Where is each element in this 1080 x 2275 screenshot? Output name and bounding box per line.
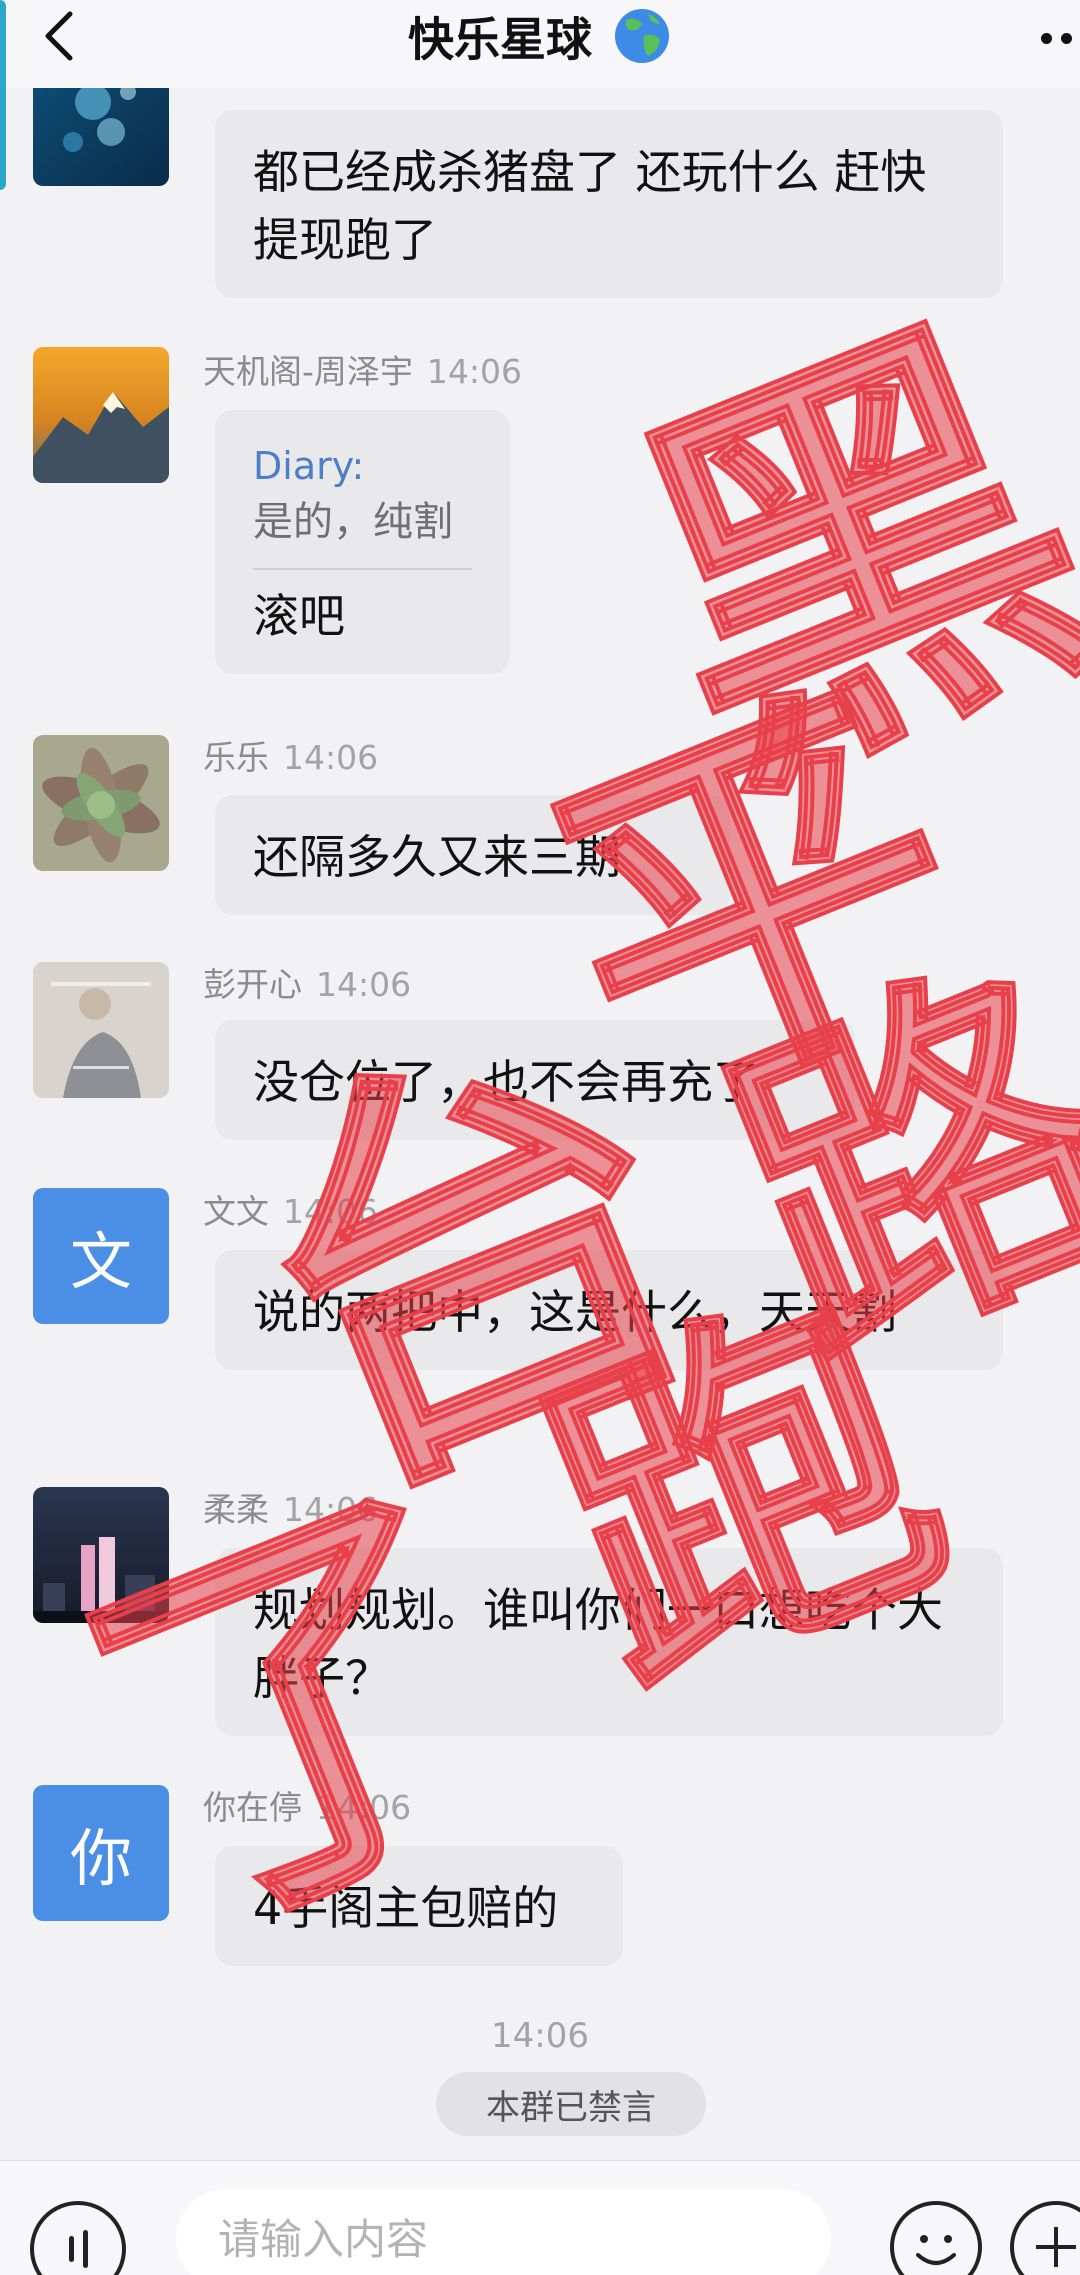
- chat-header: 快乐星球: [0, 0, 1080, 88]
- group-name: 快乐星球: [407, 12, 592, 67]
- sender-name: 文文: [203, 1192, 269, 1231]
- message-text: 说的两把中，这是什么，天天割: [253, 1285, 897, 1339]
- message-time: 14:06: [316, 1788, 412, 1827]
- quote-divider: [253, 568, 472, 570]
- sender-name: 你在停: [203, 1788, 302, 1827]
- message-bubble-with-quote[interactable]: Diary: 是的，纯割 滚吧: [215, 410, 510, 674]
- sender-name: 彭开心: [203, 965, 302, 1004]
- avatar-city-night[interactable]: [33, 1487, 169, 1623]
- sender-line: 文文 14:06: [203, 1192, 378, 1232]
- avatar-letter[interactable]: 文: [33, 1188, 169, 1324]
- avatar-person[interactable]: [33, 962, 169, 1098]
- message-time: 14:06: [283, 1192, 379, 1231]
- sender-line: 你在停 14:06: [203, 1788, 411, 1828]
- emoji-icon[interactable]: [890, 2201, 982, 2275]
- globe-icon: [612, 6, 672, 80]
- input-bar: [0, 2160, 1080, 2275]
- message-bubble[interactable]: 还隔多久又来三期: [215, 795, 730, 915]
- sender-line: 彭开心 14:06: [203, 965, 411, 1005]
- sender-line: 柔柔 14:06: [203, 1490, 378, 1530]
- sender-line: 乐乐 14:06: [203, 738, 378, 778]
- avatar-mountain[interactable]: [33, 347, 169, 483]
- message-text: 都已经成杀猪盘了 还玩什么 赶快提现跑了: [253, 145, 927, 267]
- sender-line: 天机阁-周泽宇 14:06: [203, 352, 522, 392]
- message-input[interactable]: [176, 2189, 831, 2275]
- avatar-letter[interactable]: 你: [33, 1785, 169, 1921]
- voice-icon[interactable]: [30, 2201, 126, 2275]
- message-time: 14:06: [316, 965, 412, 1004]
- message-text: 还隔多久又来三期: [253, 830, 621, 884]
- plus-icon[interactable]: [1010, 2201, 1080, 2275]
- message-bubble[interactable]: 没仓位了，也不会再充了: [215, 1020, 855, 1140]
- message-text: 规划规划。谁叫你们一口想吃个大胖子？: [253, 1583, 943, 1705]
- more-dots-icon[interactable]: [1022, 18, 1072, 58]
- quote-text: 是的，纯割: [253, 499, 453, 545]
- message-bubble[interactable]: 说的两把中，这是什么，天天割: [215, 1250, 1003, 1370]
- message-time: 14:06: [426, 352, 523, 391]
- quote-sender: Diary:: [253, 444, 365, 488]
- message-text: 没仓位了，也不会再充了: [253, 1055, 759, 1109]
- message-time: 14:06: [283, 1490, 379, 1529]
- watermark-char: 黑: [575, 256, 1080, 867]
- chat-title: 快乐星球: [0, 6, 1080, 80]
- message-text: 4手阁主包赔的: [253, 1881, 559, 1935]
- message-bubble[interactable]: 都已经成杀猪盘了 还玩什么 赶快提现跑了: [215, 110, 1003, 298]
- system-time: 14:06: [491, 2016, 589, 2056]
- message-time: 14:06: [283, 738, 379, 777]
- chat-screen: 快乐星球 都已经成杀猪盘了 还玩什么 赶快提现跑了 天机阁-周泽宇 14:06 …: [0, 0, 1080, 2275]
- sender-name: 天机阁-周泽宇: [203, 352, 413, 391]
- message-text: 滚吧: [253, 589, 345, 643]
- muted-notice-badge: 本群已禁言: [436, 2072, 706, 2136]
- message-bubble[interactable]: 规划规划。谁叫你们一口想吃个大胖子？: [215, 1548, 1003, 1736]
- edge-tab: [0, 0, 6, 190]
- avatar-succulent[interactable]: [33, 735, 169, 871]
- sender-name: 柔柔: [203, 1490, 269, 1529]
- sender-name: 乐乐: [203, 738, 269, 777]
- message-bubble[interactable]: 4手阁主包赔的: [215, 1846, 623, 1966]
